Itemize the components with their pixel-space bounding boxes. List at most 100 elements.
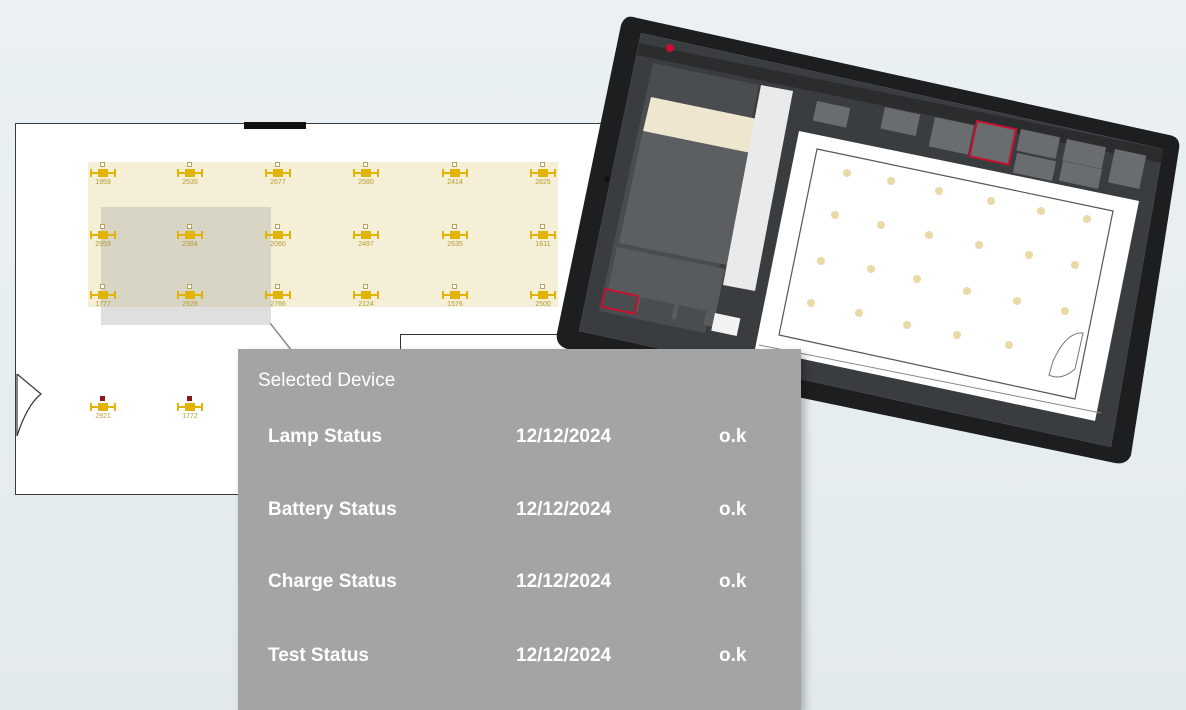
light-fixture[interactable]: 2060 [263, 224, 293, 250]
fixture-body-icon [538, 231, 548, 239]
fixture-marker-icon [187, 284, 192, 289]
status-date: 12/12/2024 [516, 426, 612, 447]
fixture-body-icon [361, 169, 371, 177]
fixture-body-icon [538, 291, 548, 299]
fixture-id-label: 2766 [270, 301, 286, 308]
fixture-id-label: 1772 [182, 413, 198, 420]
light-fixture[interactable]: 2497 [351, 224, 381, 250]
fixture-body-icon [185, 169, 195, 177]
fixture-body-icon [273, 169, 283, 177]
fixture-id-label: 2580 [358, 179, 374, 186]
fixture-marker-icon [363, 162, 368, 167]
fixture-id-label: 2928 [182, 301, 198, 308]
fixture-id-label: 2414 [447, 179, 463, 186]
light-fixture[interactable]: 2928 [175, 284, 205, 310]
fixture-id-label: 2677 [270, 179, 286, 186]
status-value: o.k [719, 426, 747, 447]
status-date: 12/12/2024 [516, 645, 612, 666]
fixture-id-label: 1611 [535, 241, 551, 248]
selected-device-panel: Selected Device Lamp Status 12/12/2024 o.k… [238, 349, 801, 710]
fixture-body-icon [450, 231, 460, 239]
fixture-marker-icon [363, 284, 368, 289]
fixture-marker-icon [187, 162, 192, 167]
fixture-marker-icon [275, 284, 280, 289]
status-name: Test Status [268, 645, 370, 666]
light-fixture[interactable]: 2635 [440, 224, 470, 250]
fixture-body-icon [450, 169, 460, 177]
fixture-id-label: 1576 [447, 301, 463, 308]
light-fixture[interactable]: 1611 [528, 224, 558, 250]
panel-title: Selected Device [258, 370, 396, 391]
fixture-body-icon [361, 291, 371, 299]
status-date: 12/12/2024 [516, 571, 612, 592]
fixture-marker-icon [452, 224, 457, 229]
fixture-marker-icon [452, 284, 457, 289]
fixture-body-icon [538, 169, 548, 177]
fixture-marker-icon [275, 224, 280, 229]
fixture-marker-icon [540, 162, 545, 167]
fixture-id-label: 1777 [95, 301, 111, 308]
fixture-body-icon [273, 231, 283, 239]
light-fixture[interactable]: 1959 [88, 162, 118, 188]
status-date: 12/12/2024 [516, 499, 612, 520]
top-door-opening [244, 122, 306, 129]
fixture-marker-icon [100, 224, 105, 229]
fixture-marker-icon [452, 162, 457, 167]
fixture-marker-icon [275, 162, 280, 167]
status-row[interactable]: Battery Status 12/12/2024 o.k [268, 499, 788, 529]
light-fixture[interactable]: 1772 [175, 396, 205, 422]
door-swing-icon [16, 373, 42, 437]
fixture-id-label: 2953 [95, 241, 111, 248]
light-fixture[interactable]: 2535 [175, 162, 205, 188]
light-fixture[interactable]: 2580 [351, 162, 381, 188]
fixture-id-label: 2060 [270, 241, 286, 248]
status-name: Battery Status [268, 499, 397, 520]
fixture-id-label: 2124 [358, 301, 374, 308]
fixture-marker-icon [100, 162, 105, 167]
light-fixture[interactable]: 1576 [440, 284, 470, 310]
fixture-id-label: 2535 [182, 179, 198, 186]
fixture-id-label: 2825 [535, 179, 551, 186]
fixture-body-icon [273, 291, 283, 299]
fixture-marker-icon [363, 224, 368, 229]
status-value: o.k [719, 499, 747, 520]
status-row[interactable]: Charge Status 12/12/2024 o.k [268, 571, 788, 601]
fixture-marker-icon [540, 284, 545, 289]
fixture-marker-icon [100, 284, 105, 289]
light-fixture[interactable]: 2124 [351, 284, 381, 310]
status-row[interactable]: Test Status 12/12/2024 o.k [268, 645, 788, 675]
fixture-body-icon [450, 291, 460, 299]
fixture-body-icon [98, 291, 108, 299]
light-fixture[interactable]: 2414 [440, 162, 470, 188]
fixture-body-icon [98, 169, 108, 177]
light-fixture[interactable]: 2921 [88, 396, 118, 422]
fixture-body-icon [185, 231, 195, 239]
fixture-marker-icon [187, 224, 192, 229]
fixture-id-label: 2500 [535, 301, 551, 308]
light-fixture[interactable]: 2766 [263, 284, 293, 310]
fixture-body-icon [361, 231, 371, 239]
fixture-id-label: 2635 [447, 241, 463, 248]
fixture-body-icon [98, 403, 108, 411]
light-fixture[interactable]: 2825 [528, 162, 558, 188]
status-row[interactable]: Lamp Status 12/12/2024 o.k [268, 426, 788, 456]
fixture-id-label: 2921 [95, 413, 111, 420]
status-name: Charge Status [268, 571, 397, 592]
light-fixture[interactable]: 2384 [175, 224, 205, 250]
status-value: o.k [719, 571, 747, 592]
light-fixture[interactable]: 1777 [88, 284, 118, 310]
fixture-marker-icon [540, 224, 545, 229]
fixture-body-icon [185, 403, 195, 411]
light-fixture[interactable]: 2953 [88, 224, 118, 250]
fixture-id-label: 2497 [358, 241, 374, 248]
light-fixture[interactable]: 2500 [528, 284, 558, 310]
fixture-body-icon [185, 291, 195, 299]
fixture-marker-icon [187, 396, 192, 401]
fixture-id-label: 1959 [95, 179, 111, 186]
status-name: Lamp Status [268, 426, 383, 447]
fixture-body-icon [98, 231, 108, 239]
status-value: o.k [719, 645, 747, 666]
fixture-id-label: 2384 [182, 241, 198, 248]
light-fixture[interactable]: 2677 [263, 162, 293, 188]
fixture-marker-icon [100, 396, 105, 401]
